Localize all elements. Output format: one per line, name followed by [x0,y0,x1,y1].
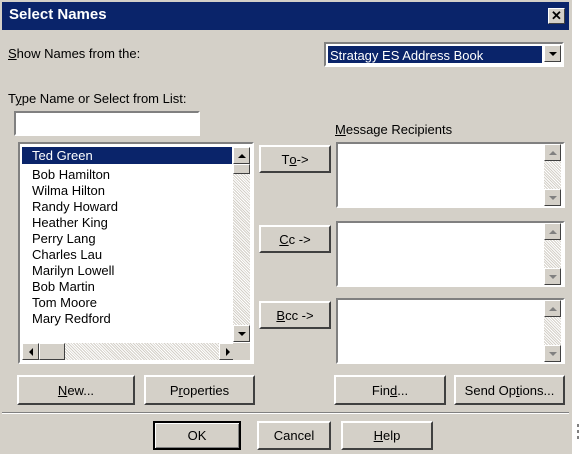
cc-recipients-scrollbar[interactable] [544,223,561,285]
names-list-items: Ted Green Bob Hamilton Wilma Hilton Randy H… [22,147,232,327]
scroll-down-icon [548,351,557,356]
vertical-scroll-thumb[interactable] [233,164,250,174]
to-scroll-up-button[interactable] [544,144,561,161]
send-options-button[interactable]: Send Op t ions... [454,375,565,405]
address-book-selected-value: Stratagy ES Address Book [328,46,542,63]
address-book-combo[interactable]: Stratagy ES Address Book [324,42,564,67]
close-button[interactable]: ✕ [548,8,565,24]
list-item[interactable]: Ted Green [22,147,232,164]
footer-separator [2,412,569,414]
names-list-horizontal-scrollbar[interactable] [22,343,250,360]
scroll-right-icon [225,347,230,356]
cc-scroll-up-button[interactable] [544,223,561,240]
cc-button[interactable]: Cc -> [259,225,331,253]
to-recipients-scrollbar[interactable] [544,144,561,206]
new-button[interactable]: New... [17,375,135,405]
scroll-down-icon [548,274,557,279]
list-item[interactable]: Wilma Hilton [22,183,232,199]
list-item[interactable]: Bob Hamilton [22,167,232,183]
to-scroll-down-button[interactable] [544,189,561,206]
type-name-input[interactable] [14,111,200,136]
list-item[interactable]: Mary Redford [22,311,232,327]
bcc-recipients-scrollbar[interactable] [544,300,561,362]
list-item[interactable]: Perry Lang [22,231,232,247]
scroll-up-icon [548,306,557,311]
scroll-up-icon [237,153,246,158]
type-name-label: Type Name or Select from List: [8,91,187,106]
list-item[interactable]: Heather King [22,215,232,231]
names-list[interactable]: Ted Green Bob Hamilton Wilma Hilton Randy H… [18,142,254,364]
help-button[interactable]: Help [341,421,433,450]
find-button[interactable]: Fin d... [334,375,446,405]
scroll-left-button[interactable] [22,343,39,360]
to-button[interactable]: To -> [259,145,331,173]
close-icon: ✕ [551,8,562,23]
ok-button[interactable]: OK [153,421,241,450]
list-item[interactable]: Marilyn Lowell [22,263,232,279]
scroll-left-icon [28,347,33,356]
select-names-dialog: Select Names ✕ Show Names from the: Stra… [0,0,572,454]
bcc-scroll-up-button[interactable] [544,300,561,317]
scroll-down-button[interactable] [233,325,250,342]
edge-marks [577,424,579,439]
scroll-down-icon [548,195,557,200]
names-list-vertical-scrollbar[interactable] [233,147,250,342]
bcc-button[interactable]: Bcc -> [259,301,331,329]
scroll-down-icon [237,331,246,336]
show-names-label: Show Names from the: [8,46,141,61]
list-item[interactable]: Tom Moore [22,295,232,311]
cc-recipients-box[interactable] [336,221,565,287]
title-bar[interactable]: Select Names ✕ [2,2,569,30]
message-recipients-label: Message Recipients [335,122,453,137]
scrollbar-corner [233,343,250,360]
combo-dropdown-button[interactable] [544,45,561,62]
horizontal-scroll-thumb[interactable] [39,343,65,360]
cc-scroll-down-button[interactable] [544,268,561,285]
bcc-scroll-down-button[interactable] [544,345,561,362]
chevron-down-icon [548,51,557,56]
scroll-up-icon [548,229,557,234]
bcc-recipients-box[interactable] [336,298,565,364]
to-recipients-box[interactable] [336,142,565,208]
scroll-up-icon [548,150,557,155]
properties-button[interactable]: Pr operties [144,375,255,405]
list-item[interactable]: Bob Martin [22,279,232,295]
scroll-up-button[interactable] [233,147,250,164]
dialog-title: Select Names [9,6,107,23]
list-item[interactable]: Charles Lau [22,247,232,263]
cancel-button[interactable]: Cancel [257,421,331,450]
list-item[interactable]: Randy Howard [22,199,232,215]
